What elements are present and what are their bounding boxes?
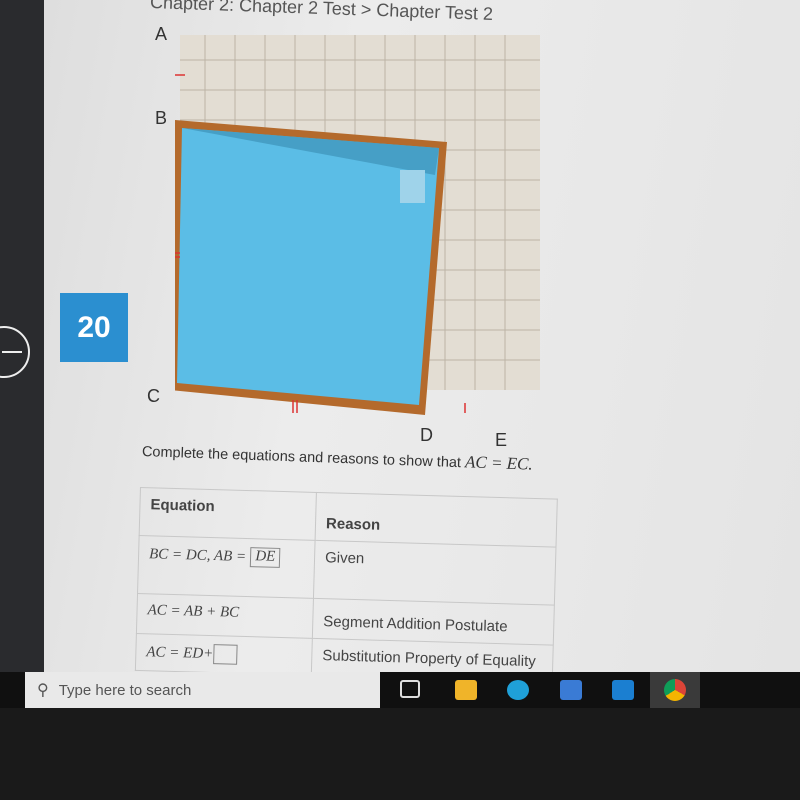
reason: Segment Addition Postulate [312, 598, 555, 646]
answer-box[interactable] [213, 644, 238, 665]
prompt-math: AC = EC. [464, 452, 534, 474]
taskbar-search[interactable]: ⚲ Type here to search [25, 672, 380, 708]
point-label-c: C [147, 386, 160, 406]
point-label-e: E [495, 430, 508, 450]
question-prompt: Complete the equations and reasons to sh… [142, 441, 533, 475]
answer-box[interactable]: DE [250, 547, 281, 568]
chrome-icon [664, 679, 686, 701]
equation: BC = DC, AB = [148, 546, 247, 565]
proof-table: Equation Reason BC = DC, AB = DE Given A… [135, 487, 558, 683]
question-number-badge: 20 [60, 293, 128, 362]
search-placeholder: Type here to search [58, 681, 192, 699]
point-label-d: D [420, 425, 433, 445]
equation: AC = AB + BC [136, 593, 314, 639]
store-icon[interactable] [560, 680, 582, 700]
taskbar: ⚲ Type here to search [0, 672, 800, 708]
mail-icon[interactable] [612, 680, 634, 700]
point-label-b: B [155, 108, 168, 128]
breadcrumb[interactable]: Chapter 2: Chapter 2 Test > Chapter Test… [150, 0, 494, 25]
point-label-a: A [155, 24, 168, 44]
search-icon: ⚲ [37, 682, 49, 699]
file-explorer-icon[interactable] [455, 680, 477, 700]
edge-icon[interactable] [507, 680, 529, 700]
prompt-text: Complete the equations and reasons to sh… [141, 444, 466, 472]
equation: AC = ED+ [146, 644, 214, 663]
screen: Chapter 2: Chapter 2 Test > Chapter Test… [0, 0, 800, 683]
task-view-icon[interactable] [400, 680, 420, 698]
pool-figure [175, 35, 540, 415]
chrome-taskbar-button[interactable] [650, 672, 700, 708]
header-reason: Reason [315, 492, 558, 548]
header-equation: Equation [139, 487, 317, 541]
reason: Given [313, 540, 556, 606]
